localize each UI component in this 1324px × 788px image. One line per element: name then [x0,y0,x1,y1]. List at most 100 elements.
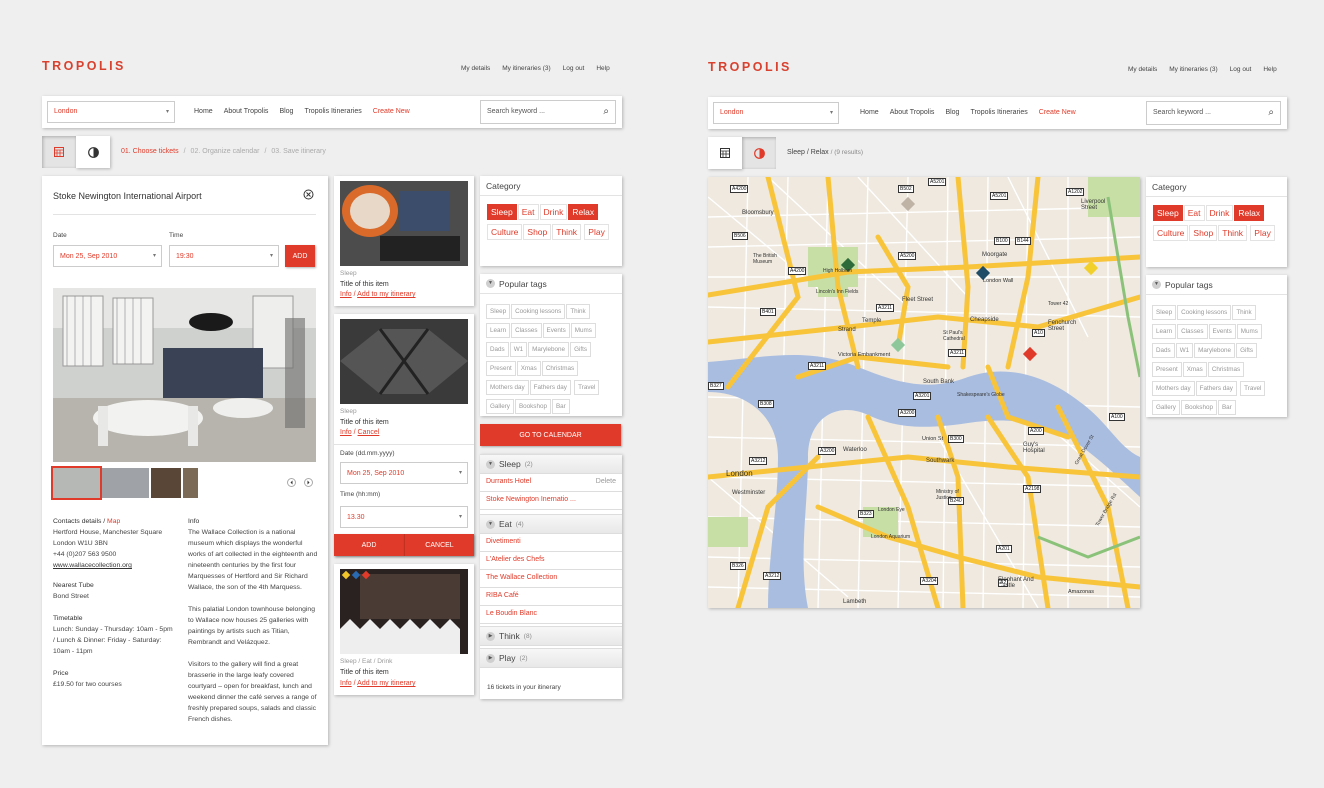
ticket-time-field[interactable]: 13.30 ▾ [340,506,468,528]
category-culture[interactable]: Culture [1153,225,1189,241]
add-button[interactable]: ADD [285,245,315,267]
itinerary-item[interactable]: The Wallace Collection [480,570,622,588]
nav-itineraries[interactable]: Tropolis Itineraries [970,109,1027,116]
ticket-card-1: Sleep Title of this item Info / Add to m… [334,176,474,306]
nav-about[interactable]: About Tropolis [224,108,269,115]
category-relax[interactable]: Relax [1234,205,1265,221]
tag-list: Sleep Cooking lessons Think Learn Classes Ev… [1152,305,1284,419]
nav-blog[interactable]: Blog [279,108,293,115]
my-details-link[interactable]: My details [461,65,490,72]
help-link[interactable]: Help [596,65,609,72]
search-icon[interactable]: ⌕ [603,106,609,117]
go-to-calendar-button[interactable]: GO TO CALENDAR [480,424,621,446]
date-field[interactable]: Mon 25, Sep 2010 ▾ [53,245,162,267]
prev-arrow-icon[interactable] [287,478,296,487]
log-out-link[interactable]: Log out [1230,66,1252,73]
close-icon[interactable] [303,189,314,200]
collapse-icon[interactable]: ▼ [486,279,495,288]
city-map[interactable]: A4200 B502 A5201 A5201 A1202 B506 A4200 A5200 B… [708,177,1140,608]
time-field[interactable]: 19:30 ▾ [169,245,279,267]
itinerary-item[interactable]: L'Atelier des Chefs [480,552,622,570]
brand-logo[interactable]: TROPOLIS [708,60,792,74]
category-shop[interactable]: Shop [523,224,552,240]
nav-home[interactable]: Home [860,109,879,116]
category-shop[interactable]: Shop [1189,225,1218,241]
venue-photo [53,288,316,462]
category-culture[interactable]: Culture [487,224,523,240]
category-sleep[interactable]: Sleep [1153,205,1183,221]
calendar-view-button[interactable] [708,137,742,169]
category-play[interactable]: Play [1250,225,1275,241]
nav-create-new[interactable]: Create New [373,108,410,115]
thumbnail-3[interactable] [151,468,181,498]
itinerary-item[interactable]: Divetimenti [480,534,622,552]
my-itineraries-link[interactable]: My itineraries (3) [502,65,550,72]
website-link[interactable]: www.wallacecollection.org [53,560,183,571]
city-select[interactable]: London ▾ [713,102,839,124]
itinerary-eat-header[interactable]: ▼ Eat (4) [480,514,622,534]
step-choose-tickets[interactable]: 01. Choose tickets [121,148,179,155]
itinerary-panel: ▼ Sleep (2) Durrants Hotel Delete Stoke New… [480,454,622,699]
ticket-cancel-button[interactable]: CANCEL [404,534,474,556]
thumbnail-1[interactable] [51,466,102,500]
category-eat[interactable]: Eat [517,204,539,220]
delete-link[interactable]: Delete [596,478,616,485]
map-link[interactable]: Map [107,518,120,525]
my-itineraries-link[interactable]: My itineraries (3) [1169,66,1217,73]
nav-create-new[interactable]: Create New [1039,109,1076,116]
category-sleep[interactable]: Sleep [487,204,517,220]
search-input[interactable]: Search keyword ... ⌕ [1146,101,1281,125]
thumbnail-4[interactable] [183,468,198,498]
nav-about[interactable]: About Tropolis [890,109,935,116]
step-save-itinerary[interactable]: 03. Save itinerary [271,148,325,155]
ticket-photo-3 [340,569,468,654]
help-link[interactable]: Help [1263,66,1276,73]
category-play[interactable]: Play [584,224,609,240]
add-to-itinerary-link[interactable]: Add to my itinerary [357,680,415,687]
category-eat[interactable]: Eat [1183,205,1205,221]
itinerary-item[interactable]: RIBA Café [480,588,622,606]
itinerary-item[interactable]: Durrants Hotel Delete [480,474,622,492]
thumbnail-2[interactable] [102,468,149,498]
info-link[interactable]: Info [340,680,352,687]
collapse-icon[interactable]: ▼ [1152,280,1161,289]
step-organize-calendar[interactable]: 02. Organize calendar [191,148,260,155]
time-label: Time [169,232,184,239]
my-details-link[interactable]: My details [1128,66,1157,73]
map-view-button[interactable] [742,137,776,169]
itinerary-sleep-header[interactable]: ▼ Sleep (2) [480,454,622,474]
info-link[interactable]: Info [340,291,352,298]
nav-itineraries[interactable]: Tropolis Itineraries [304,108,361,115]
city-select[interactable]: London ▾ [47,101,175,123]
nav-bar: London ▾ Home About Tropolis Blog Tropoli… [708,97,1287,129]
nav-blog[interactable]: Blog [945,109,959,116]
search-input[interactable]: Search keyword ... ⌕ [480,100,616,124]
expand-icon: ▶ [486,631,495,641]
cancel-link[interactable]: Cancel [358,429,380,436]
ticket-date-field[interactable]: Mon 25, Sep 2010 ▾ [340,462,468,484]
map-view-button[interactable] [76,136,110,168]
calendar-view-button[interactable] [42,136,76,168]
category-panel: Category Sleep Eat Drink Relax Culture Shop T… [480,176,622,266]
nav-home[interactable]: Home [194,108,213,115]
add-to-itinerary-link[interactable]: Add to my itinerary [357,291,415,298]
category-drink[interactable]: Drink [539,204,568,220]
ticket-add-button[interactable]: ADD [334,534,404,556]
itinerary-play-header[interactable]: ▶ Play (2) [480,648,622,668]
log-out-link[interactable]: Log out [563,65,585,72]
info-link[interactable]: Info [340,429,352,436]
search-icon[interactable]: ⌕ [1268,107,1274,118]
itinerary-think-header[interactable]: ▶ Think (8) [480,626,622,646]
category-think[interactable]: Think [1218,225,1248,241]
category-relax[interactable]: Relax [568,204,599,220]
category-drink[interactable]: Drink [1205,205,1234,221]
contacts-section: Contacts details / Map Hertford House, M… [53,516,183,690]
next-arrow-icon[interactable] [304,478,313,487]
brand-logo[interactable]: TROPOLIS [42,59,126,73]
category-title: Category [480,176,622,196]
itinerary-item[interactable]: Stoke Newington Inernatio ... [480,492,622,510]
category-think[interactable]: Think [552,224,582,240]
chevron-down-icon: ▾ [829,110,833,116]
ticket-title[interactable]: Title of this item [340,281,389,288]
itinerary-item[interactable]: Le Boudin Blanc [480,606,622,624]
